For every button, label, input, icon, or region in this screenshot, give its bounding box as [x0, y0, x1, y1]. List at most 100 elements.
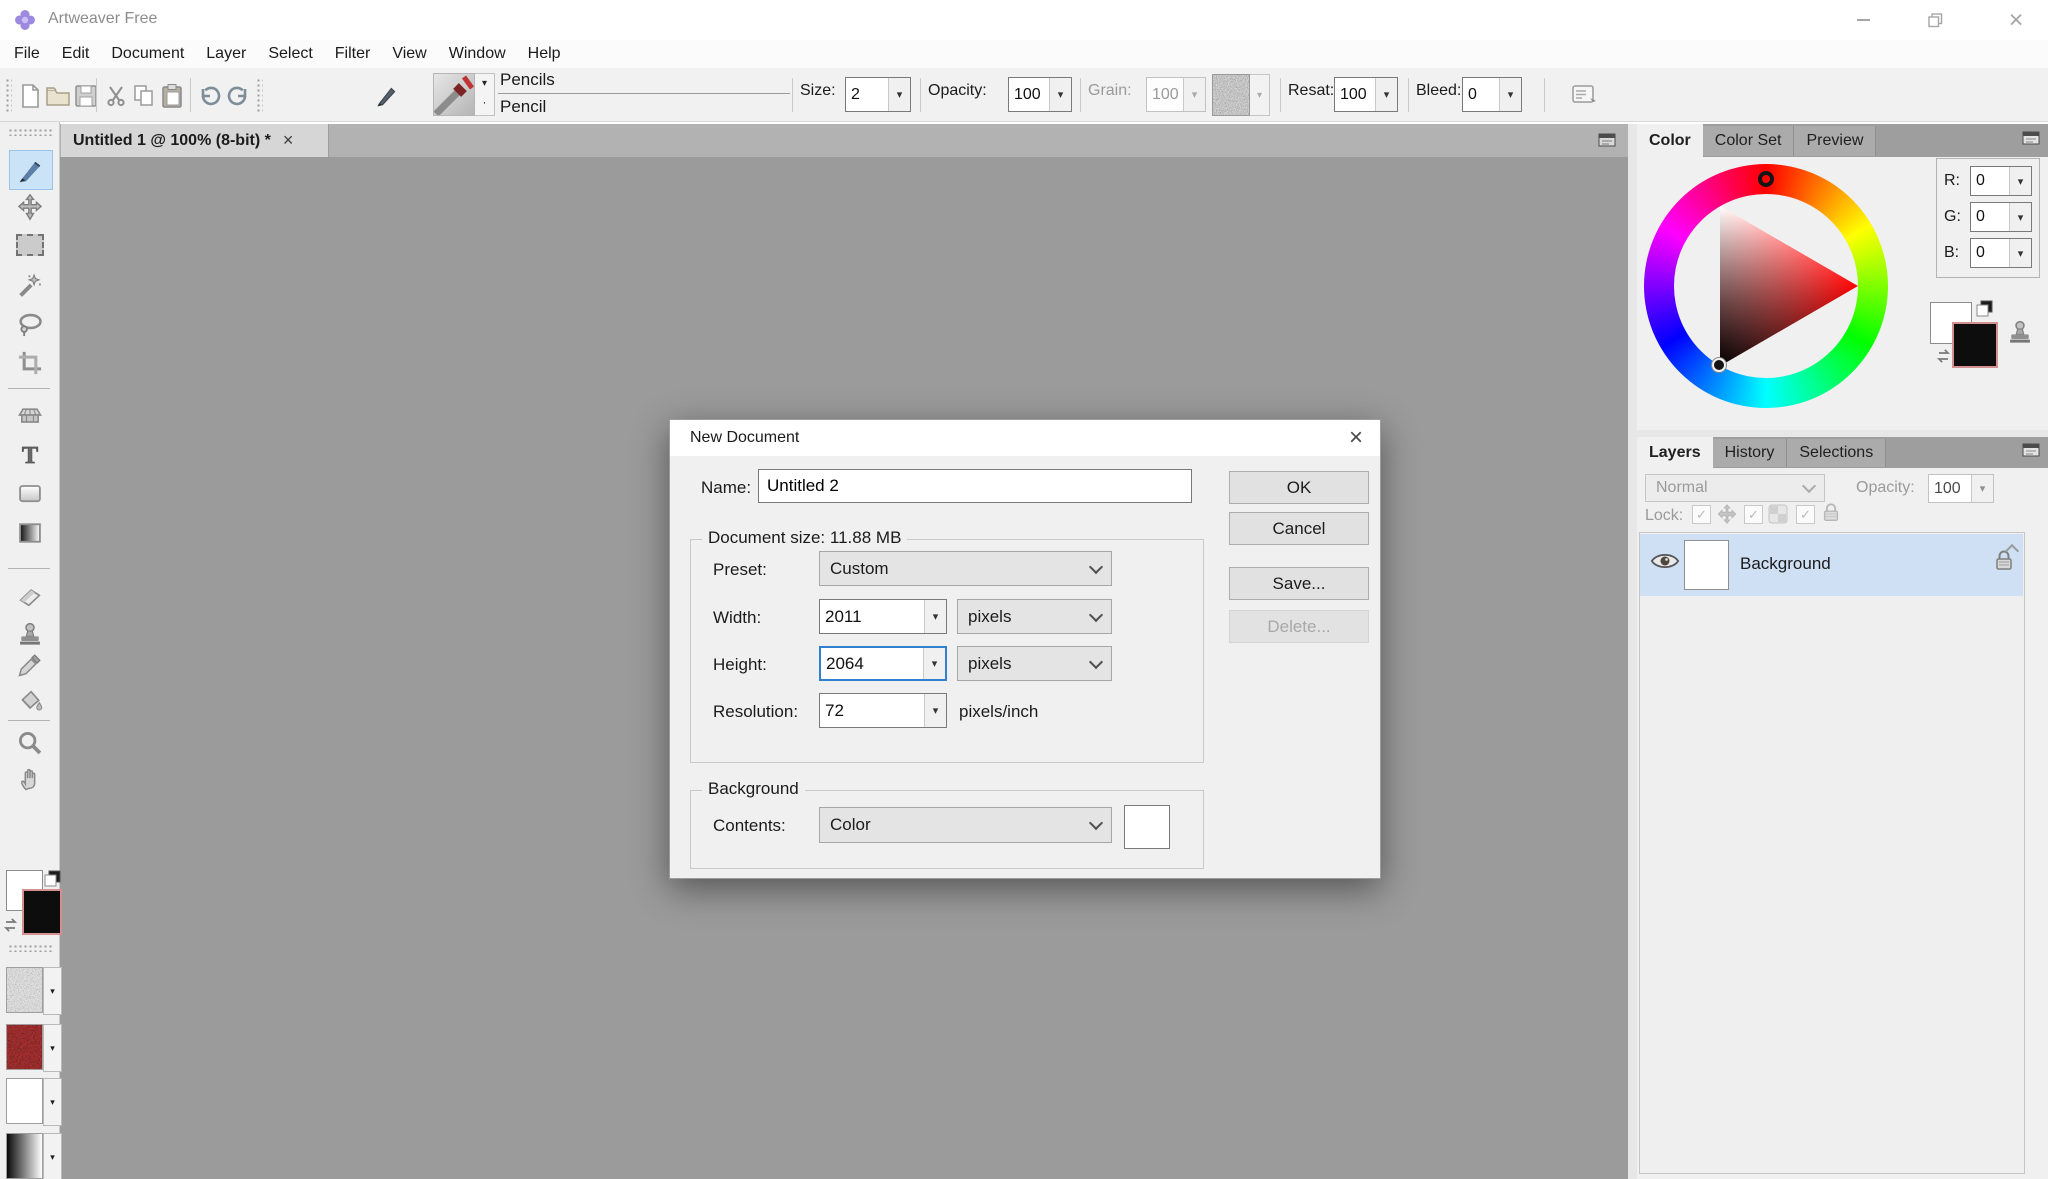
g-input[interactable]: [1971, 203, 2009, 231]
resolution-dropdown[interactable]: ▾: [924, 694, 946, 727]
bleed-dropdown[interactable]: ▾: [1499, 78, 1521, 111]
background-color-swatch[interactable]: [22, 889, 62, 935]
dialog-close-button[interactable]: ×: [1332, 420, 1380, 456]
lock-position-checkbox[interactable]: ✓: [1692, 505, 1711, 524]
tool-crop[interactable]: [9, 344, 51, 382]
grain-texture-dropdown[interactable]: ▾: [1250, 74, 1270, 116]
scatter-dropdown[interactable]: ▾: [43, 1078, 62, 1126]
panel-background-swatch[interactable]: [1952, 322, 1998, 368]
ok-button[interactable]: OK: [1229, 471, 1369, 504]
tool-shape[interactable]: [9, 474, 51, 512]
tool-magic-wand[interactable]: [9, 266, 51, 304]
name-input[interactable]: [758, 469, 1192, 503]
tab-color-set[interactable]: Color Set: [1702, 125, 1795, 156]
menu-view[interactable]: View: [381, 45, 437, 63]
toolbar-drag-handle[interactable]: [5, 78, 12, 114]
tool-eyedropper[interactable]: [9, 646, 51, 684]
tool-move[interactable]: [9, 188, 51, 226]
redo-button[interactable]: [224, 77, 252, 115]
layers-panel-menu-icon[interactable]: [2022, 443, 2040, 462]
tab-layers[interactable]: Layers: [1637, 437, 1713, 468]
tool-mosaic[interactable]: [9, 396, 51, 434]
paste-button[interactable]: [158, 77, 186, 115]
pattern-dropdown[interactable]: ▾: [43, 1024, 62, 1072]
stamp-icon[interactable]: [2006, 318, 2034, 351]
new-document-button[interactable]: [16, 77, 44, 115]
cancel-button[interactable]: Cancel: [1229, 512, 1369, 545]
tool-palette-drag-handle[interactable]: [8, 128, 52, 136]
tab-strip-menu-button[interactable]: [1594, 129, 1620, 151]
r-dropdown[interactable]: ▾: [2009, 167, 2031, 195]
size-input[interactable]: [846, 78, 888, 111]
tool-gradient[interactable]: [9, 514, 51, 552]
bleed-input[interactable]: [1463, 78, 1499, 111]
height-dropdown[interactable]: ▾: [923, 648, 945, 679]
sv-marker[interactable]: [1712, 358, 1726, 372]
resolution-input[interactable]: [820, 694, 924, 727]
background-color-picker[interactable]: [1124, 805, 1170, 849]
tool-lasso[interactable]: [9, 306, 51, 344]
paper-texture-dropdown[interactable]: ▾: [43, 967, 62, 1015]
restore-button[interactable]: [1910, 0, 1960, 40]
width-unit-select[interactable]: pixels: [957, 599, 1112, 634]
width-dropdown[interactable]: ▾: [924, 600, 946, 633]
dialog-title-bar[interactable]: New Document ×: [670, 420, 1380, 456]
toolbar-drag-handle[interactable]: [256, 78, 263, 114]
color-triangle[interactable]: [1644, 164, 1888, 408]
visibility-eye-icon[interactable]: [1650, 550, 1680, 577]
delete-preset-button[interactable]: Delete...: [1229, 610, 1369, 643]
document-tab[interactable]: Untitled 1 @ 100% (8-bit) * ×: [61, 124, 329, 157]
tool-zoom[interactable]: [9, 724, 51, 762]
tool-paint-bucket[interactable]: [9, 682, 51, 720]
save-preset-button[interactable]: Save...: [1229, 567, 1369, 600]
resat-dropdown[interactable]: ▾: [1375, 78, 1397, 111]
menu-filter[interactable]: Filter: [324, 45, 382, 63]
layer-opacity-input[interactable]: [1929, 475, 1971, 502]
layer-thumbnail[interactable]: [1684, 540, 1729, 590]
paper-texture-swatch[interactable]: [6, 967, 43, 1013]
brush-preview[interactable]: [433, 73, 475, 117]
open-button[interactable]: [44, 77, 72, 115]
swatch-drag-handle[interactable]: [8, 944, 52, 952]
g-dropdown[interactable]: ▾: [2009, 203, 2031, 231]
copy-button[interactable]: [130, 77, 158, 115]
hue-marker[interactable]: [1758, 171, 1774, 187]
tool-hand[interactable]: [9, 760, 51, 798]
layer-list-scrollbar-up[interactable]: [2000, 538, 2024, 560]
blend-mode-select[interactable]: Normal: [1645, 474, 1825, 502]
tab-history[interactable]: History: [1712, 438, 1788, 467]
grain-input[interactable]: [1147, 78, 1183, 111]
contents-select[interactable]: Color: [819, 807, 1112, 843]
palette-toggle-button[interactable]: [1566, 78, 1602, 112]
lock-all-checkbox[interactable]: ✓: [1796, 505, 1815, 524]
menu-help[interactable]: Help: [517, 45, 572, 63]
menu-edit[interactable]: Edit: [51, 45, 101, 63]
brush-category-label[interactable]: Pencils: [500, 70, 555, 90]
tool-rect-select[interactable]: [9, 226, 51, 264]
gradient-dropdown[interactable]: ▾: [43, 1133, 62, 1179]
tool-eraser[interactable]: [9, 577, 51, 615]
brush-preview-dropdown[interactable]: ▾ ·: [475, 73, 495, 116]
swap-colors-icon[interactable]: [3, 915, 22, 941]
tab-color[interactable]: Color: [1637, 124, 1703, 157]
brush-variant-label[interactable]: Pencil: [500, 97, 546, 117]
b-dropdown[interactable]: ▾: [2009, 239, 2031, 267]
resat-input[interactable]: [1335, 78, 1375, 111]
width-input[interactable]: [820, 600, 924, 633]
close-button[interactable]: ×: [1984, 0, 2048, 40]
height-input[interactable]: [821, 648, 923, 679]
menu-select[interactable]: Select: [257, 45, 323, 63]
tab-preview[interactable]: Preview: [1794, 125, 1877, 156]
menu-document[interactable]: Document: [100, 45, 195, 63]
tool-brush[interactable]: [9, 150, 53, 190]
menu-window[interactable]: Window: [438, 45, 517, 63]
tool-text[interactable]: T: [9, 436, 51, 474]
layer-opacity-dropdown[interactable]: ▾: [1971, 475, 1993, 502]
r-input[interactable]: [1971, 167, 2009, 195]
undo-button[interactable]: [196, 77, 224, 115]
panel-swap-colors-icon[interactable]: [1936, 346, 1955, 372]
height-unit-select[interactable]: pixels: [957, 646, 1112, 681]
lock-transparency-checkbox[interactable]: ✓: [1744, 505, 1763, 524]
preset-select[interactable]: Custom: [819, 551, 1112, 586]
menu-layer[interactable]: Layer: [195, 45, 257, 63]
